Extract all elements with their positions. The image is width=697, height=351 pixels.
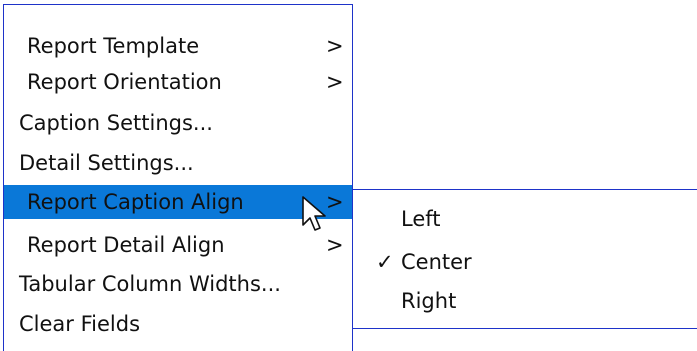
caption-align-submenu: Left ✓ Center Right <box>353 189 697 329</box>
context-menu: Report Template > Report Orientation > C… <box>3 4 353 351</box>
submenu-item-center[interactable]: ✓ Center <box>353 243 693 281</box>
menu-item-label: Tabular Column Widths... <box>19 272 281 296</box>
menu-item-label: Detail Settings... <box>19 151 194 175</box>
menu-item-label: Report Detail Align <box>27 233 225 257</box>
chevron-right-icon: > <box>326 190 344 214</box>
menu-item-label: Caption Settings... <box>19 111 213 135</box>
submenu-item-label: Right <box>401 289 457 313</box>
menu-item-report-template[interactable]: Report Template > <box>4 29 352 63</box>
menu-item-label: Clear Fields <box>19 312 141 336</box>
menu-item-caption-settings[interactable]: Caption Settings... <box>4 106 352 140</box>
submenu-item-right[interactable]: Right <box>353 282 693 320</box>
check-icon: ✓ <box>376 250 394 274</box>
menu-item-report-orientation[interactable]: Report Orientation > <box>4 65 352 99</box>
menu-item-label: Report Caption Align <box>27 190 244 214</box>
menu-item-clear-fields[interactable]: Clear Fields <box>4 307 352 341</box>
arrow-cursor-icon <box>302 196 326 231</box>
menu-item-detail-settings[interactable]: Detail Settings... <box>4 146 352 180</box>
menu-item-label: Report Orientation <box>27 70 222 94</box>
menu-item-label: Report Template <box>27 34 200 58</box>
chevron-right-icon: > <box>326 34 344 58</box>
submenu-item-label: Center <box>401 250 472 274</box>
chevron-right-icon: > <box>326 70 344 94</box>
menu-item-tabular-column-widths[interactable]: Tabular Column Widths... <box>4 267 352 301</box>
chevron-right-icon: > <box>326 233 344 257</box>
screen: Report Template > Report Orientation > C… <box>0 0 697 351</box>
submenu-item-left[interactable]: Left <box>353 200 693 238</box>
submenu-item-label: Left <box>401 207 441 231</box>
